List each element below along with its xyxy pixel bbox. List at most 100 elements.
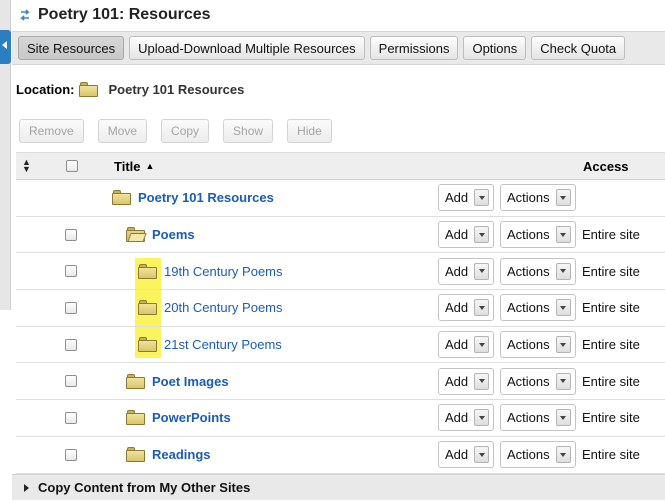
folder-icon[interactable] [126, 373, 145, 389]
access-header-label: Access [583, 158, 629, 174]
folder-icon [138, 263, 157, 279]
chevron-down-icon [560, 232, 567, 237]
resource-link[interactable]: 21st Century Poems [164, 337, 282, 352]
actions-dropdown[interactable]: Actions [500, 221, 576, 249]
folder-icon[interactable] [126, 447, 145, 463]
add-dropdown[interactable]: Add [438, 441, 495, 469]
table-row: 19th Century Poems Add Actions Entire si… [16, 253, 665, 291]
chevron-down-icon [478, 342, 485, 347]
chevron-down-icon [560, 269, 567, 274]
permissions-button[interactable]: Permissions [369, 36, 459, 60]
access-value: Entire site [582, 227, 640, 243]
reset-arrows-icon[interactable] [18, 8, 32, 22]
table-row: Readings Add Actions Entire site [16, 437, 665, 474]
resource-link[interactable]: Poet Images [152, 374, 229, 389]
location-label: Location: [16, 82, 75, 97]
chevron-down-icon [478, 379, 485, 384]
row-checkbox[interactable] [65, 327, 77, 363]
sort-order-icon[interactable]: ▲ ▼ [22, 153, 31, 179]
bulk-actions: Remove Move Copy Show Hide [19, 119, 332, 143]
move-button[interactable]: Move [97, 119, 148, 143]
add-dropdown[interactable]: Add [438, 221, 495, 249]
chevron-down-icon [478, 452, 485, 457]
copy-content-section[interactable]: Copy Content from My Other Sites [12, 474, 665, 500]
select-all-checkbox[interactable] [66, 153, 78, 179]
copy-content-label: Copy Content from My Other Sites [38, 480, 251, 495]
access-value: Entire site [582, 300, 640, 316]
add-dropdown[interactable]: Add [438, 331, 495, 359]
row-checkbox[interactable] [65, 400, 77, 436]
title-bar: Poetry 101: Resources [12, 0, 665, 30]
open-folder-icon[interactable] [126, 227, 147, 243]
access-value: Entire site [582, 337, 640, 353]
row-checkbox[interactable] [65, 290, 77, 326]
add-dropdown[interactable]: Add [438, 294, 495, 322]
chevron-down-icon [478, 415, 485, 420]
actions-dropdown[interactable]: Actions [500, 441, 576, 469]
hide-button[interactable]: Hide [287, 119, 332, 143]
folder-icon [138, 337, 157, 353]
access-value: Entire site [582, 263, 640, 279]
table-header: ▲ ▼ Title ▲ Access [16, 152, 665, 180]
access-value: Entire site [582, 373, 640, 389]
title-column-header[interactable]: Title ▲ [114, 153, 154, 179]
resource-link[interactable]: Poems [152, 227, 195, 242]
site-resources-button[interactable]: Site Resources [18, 36, 125, 60]
table-row: Poet Images Add Actions Entire site [16, 363, 665, 401]
resource-link[interactable]: Readings [152, 447, 211, 462]
collapse-sidebar-handle[interactable] [0, 30, 11, 64]
upload-download-button[interactable]: Upload-Download Multiple Resources [129, 36, 365, 60]
row-checkbox[interactable] [65, 253, 77, 289]
resource-link[interactable]: 19th Century Poems [164, 264, 283, 279]
actions-dropdown[interactable]: Actions [500, 367, 576, 395]
folder-icon [112, 190, 131, 206]
actions-dropdown[interactable]: Actions [500, 184, 576, 212]
folder-icon[interactable] [126, 410, 145, 426]
actions-dropdown[interactable]: Actions [500, 294, 576, 322]
row-checkbox[interactable] [65, 217, 77, 253]
table-row: 21st Century Poems Add Actions Entire si… [16, 327, 665, 364]
location-breadcrumb: Location: Poetry 101 Resources [16, 82, 244, 97]
chevron-down-icon [560, 305, 567, 310]
table-row: Poetry 101 Resources Add Actions [16, 180, 665, 217]
folder-icon [138, 300, 157, 316]
row-checkbox[interactable] [65, 437, 77, 473]
add-dropdown[interactable]: Add [438, 404, 495, 432]
page-title: Poetry 101: Resources [38, 6, 211, 23]
chevron-down-icon [478, 305, 485, 310]
table-row: 20th Century Poems Add Actions Entire si… [16, 290, 665, 327]
resource-link[interactable]: PowerPoints [152, 410, 231, 425]
show-button[interactable]: Show [223, 119, 274, 143]
table-row: PowerPoints Add Actions Entire site [16, 400, 665, 437]
row-checkbox[interactable] [65, 363, 77, 399]
check-quota-button[interactable]: Check Quota [531, 36, 626, 60]
table-row: Poems Add Actions Entire site [16, 217, 665, 254]
chevron-down-icon [560, 415, 567, 420]
toolbar: Site Resources Upload-Download Multiple … [12, 31, 665, 65]
chevron-down-icon [478, 269, 485, 274]
remove-button[interactable]: Remove [19, 119, 84, 143]
actions-dropdown[interactable]: Actions [500, 257, 576, 285]
chevron-down-icon [560, 195, 567, 200]
add-dropdown[interactable]: Add [438, 367, 495, 395]
sort-ascending-icon: ▲ [145, 161, 155, 171]
add-dropdown[interactable]: Add [438, 184, 495, 212]
resource-link[interactable]: Poetry 101 Resources [138, 190, 274, 205]
chevron-down-icon [560, 379, 567, 384]
actions-dropdown[interactable]: Actions [500, 404, 576, 432]
folder-icon [78, 82, 98, 97]
access-value: Entire site [582, 447, 640, 463]
chevron-down-icon [560, 452, 567, 457]
add-dropdown[interactable]: Add [438, 257, 495, 285]
chevron-down-icon [478, 232, 485, 237]
options-button[interactable]: Options [463, 36, 527, 60]
resource-link[interactable]: 20th Century Poems [164, 300, 283, 315]
expand-triangle-icon [24, 483, 29, 492]
resources-table: ▲ ▼ Title ▲ Access Poetry 101 Resources A… [16, 152, 665, 474]
chevron-left-icon [2, 41, 7, 49]
title-header-label: Title [114, 158, 141, 174]
access-value: Entire site [582, 410, 640, 426]
copy-button[interactable]: Copy [161, 119, 210, 143]
access-column-header: Access [583, 153, 629, 179]
actions-dropdown[interactable]: Actions [500, 331, 576, 359]
